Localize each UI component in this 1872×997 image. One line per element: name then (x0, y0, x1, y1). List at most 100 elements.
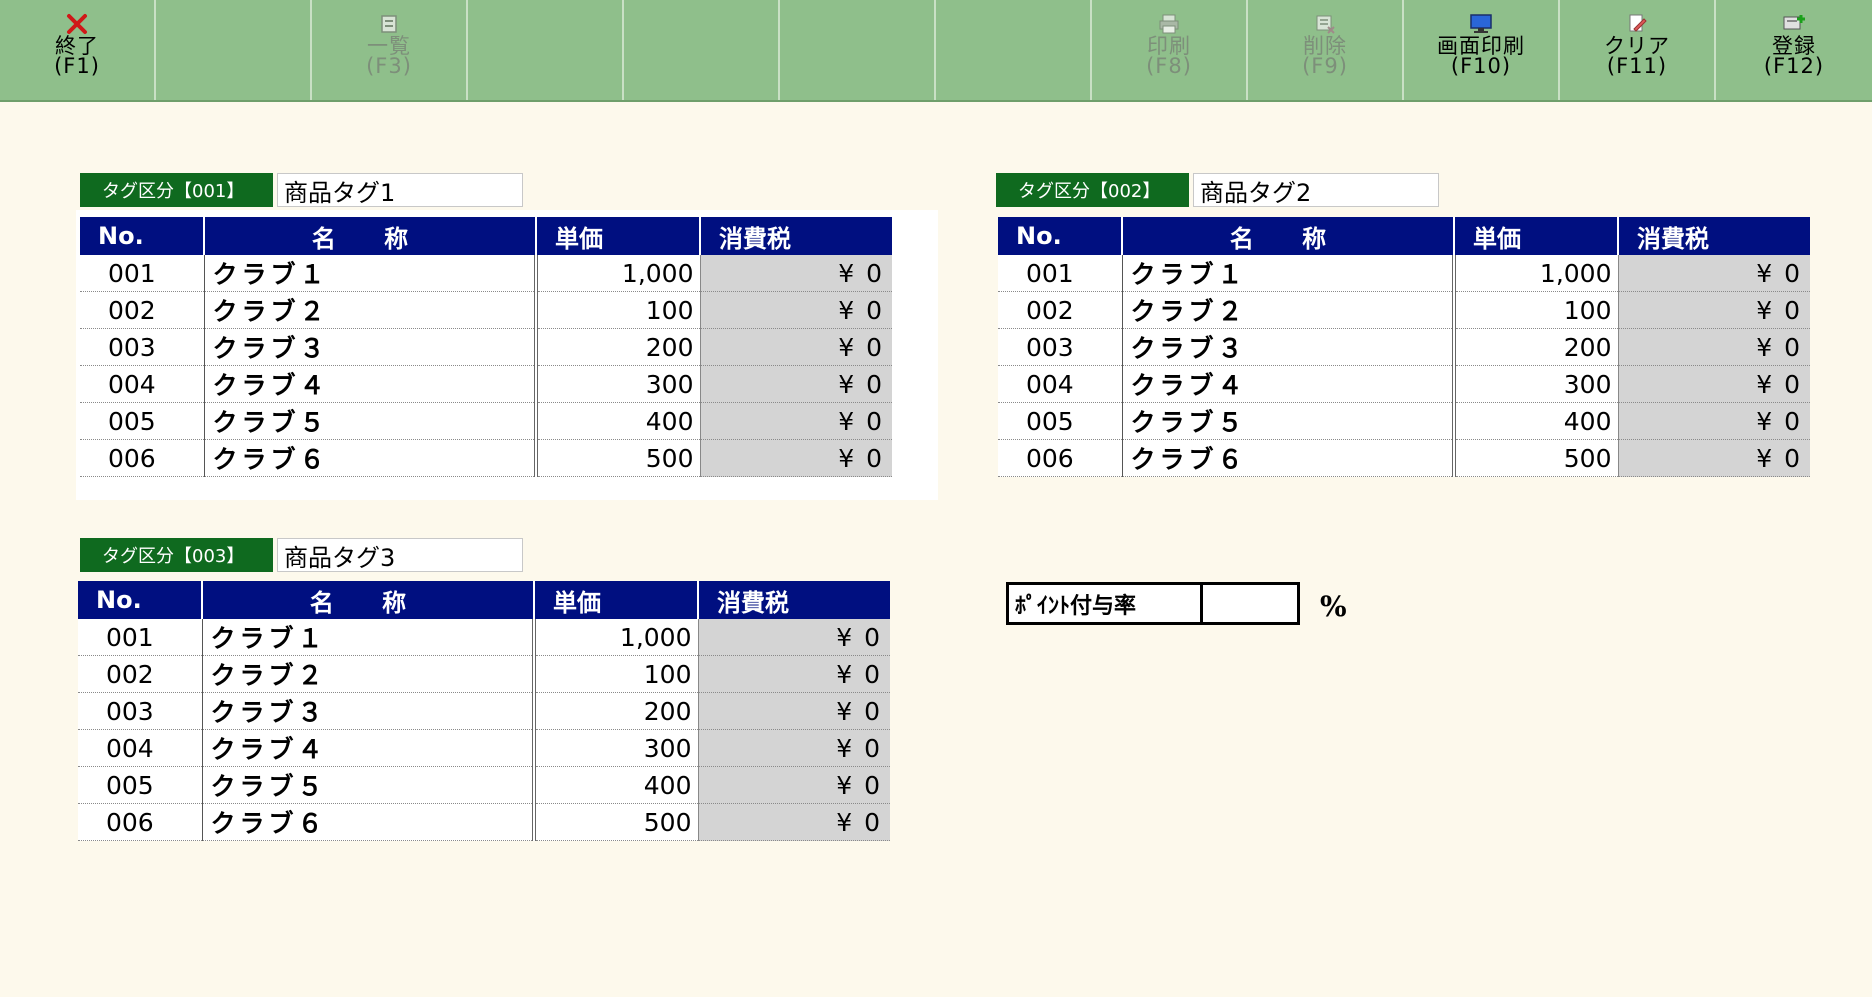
printer-icon (1157, 12, 1181, 36)
print-button[interactable]: 印刷 (F8) (1092, 0, 1248, 100)
register-icon (1782, 12, 1806, 36)
column-price: 単価 (534, 581, 699, 619)
row-price-input[interactable]: 100 (534, 655, 699, 693)
tag-name-input-2[interactable]: 商品タグ2 (1193, 173, 1439, 207)
list-button[interactable]: 一覧 (F3) (312, 0, 468, 100)
row-no-cell: 006 (80, 439, 205, 477)
clear-button-key: (F11) (1606, 54, 1668, 78)
delete-button-key: (F9) (1302, 54, 1348, 78)
register-button[interactable]: 登録 (F12) (1716, 0, 1872, 100)
row-name-cell: クラブ５ (202, 766, 536, 804)
row-no-cell: 002 (998, 291, 1123, 329)
row-no-cell: 002 (78, 655, 203, 693)
column-no: No. (998, 217, 1123, 255)
row-name-cell: クラブ２ (202, 655, 536, 693)
table-row: 004 クラブ４ 300 ¥ 0 (998, 365, 1810, 403)
toolbar-slot-6 (780, 0, 936, 100)
tag-name-input-1[interactable]: 商品タグ1 (277, 173, 523, 207)
row-tax-cell: ¥ 0 (698, 803, 890, 841)
tag-label-2: タグ区分【002】 (996, 173, 1189, 207)
tag-label-3: タグ区分【003】 (80, 538, 273, 572)
clear-button[interactable]: クリア (F11) (1560, 0, 1716, 100)
row-price-input[interactable]: 100 (1454, 291, 1619, 329)
row-name-cell: クラブ３ (1122, 328, 1456, 366)
row-tax-cell: ¥ 0 (698, 655, 890, 693)
tag-header-1: タグ区分【001】 商品タグ1 (80, 173, 523, 207)
row-price-input[interactable]: 300 (536, 365, 701, 403)
row-name-cell: クラブ１ (1122, 255, 1456, 292)
column-no: No. (78, 581, 203, 619)
row-price-input[interactable]: 200 (536, 328, 701, 366)
row-no-cell: 004 (78, 729, 203, 767)
row-price-input[interactable]: 200 (1454, 328, 1619, 366)
row-price-input[interactable]: 500 (1454, 439, 1619, 477)
row-no-cell: 003 (80, 328, 205, 366)
toolbar-slot-4 (468, 0, 624, 100)
row-price-input[interactable]: 200 (534, 692, 699, 730)
list-button-label: 一覧 (367, 34, 411, 58)
column-price: 単価 (1454, 217, 1619, 255)
table-row: 004 クラブ４ 300 ¥ 0 (80, 365, 892, 403)
column-name: 名 称 (204, 217, 537, 255)
row-name-cell: クラブ６ (1122, 439, 1456, 477)
table-row: 006 クラブ６ 500 ¥ 0 (78, 803, 890, 841)
tag-table-2: No. 名 称 単価 消費税 001 クラブ１ 1,000 ¥ 0 002 クラブ２ 100… (998, 217, 1810, 477)
tag-name-input-3[interactable]: 商品タグ3 (277, 538, 523, 572)
row-tax-cell: ¥ 0 (700, 439, 892, 477)
row-price-input[interactable]: 500 (534, 803, 699, 841)
row-tax-cell: ¥ 0 (698, 766, 890, 804)
table-row: 003 クラブ３ 200 ¥ 0 (998, 328, 1810, 366)
point-rate-unit: % (1320, 590, 1347, 623)
row-no-cell: 001 (998, 255, 1123, 292)
exit-button[interactable]: 終了 (F1) (0, 0, 156, 100)
column-name: 名 称 (202, 581, 535, 619)
row-tax-cell: ¥ 0 (1618, 439, 1810, 477)
row-no-cell: 006 (78, 803, 203, 841)
toolbar-slot-7 (936, 0, 1092, 100)
row-no-cell: 001 (80, 255, 205, 292)
eraser-icon (1625, 12, 1649, 36)
row-name-cell: クラブ４ (204, 365, 538, 403)
row-price-input[interactable]: 300 (1454, 365, 1619, 403)
point-rate-box: ﾎﾟｲﾝﾄ付与率 (1006, 582, 1300, 625)
screen-print-button[interactable]: 画面印刷 (F10) (1404, 0, 1560, 100)
row-no-cell: 004 (998, 365, 1123, 403)
row-name-cell: クラブ４ (1122, 365, 1456, 403)
row-price-input[interactable]: 400 (536, 402, 701, 440)
table-row: 002 クラブ２ 100 ¥ 0 (78, 655, 890, 693)
table-row: 002 クラブ２ 100 ¥ 0 (80, 291, 892, 329)
row-name-cell: クラブ５ (204, 402, 538, 440)
column-name: 名 称 (1122, 217, 1455, 255)
row-tax-cell: ¥ 0 (1618, 328, 1810, 366)
screen-print-button-key: (F10) (1450, 54, 1512, 78)
column-tax: 消費税 (1618, 217, 1810, 255)
row-tax-cell: ¥ 0 (698, 619, 890, 656)
row-price-input[interactable]: 1,000 (1454, 255, 1619, 292)
row-no-cell: 003 (998, 328, 1123, 366)
register-button-label: 登録 (1772, 34, 1816, 58)
row-price-input[interactable]: 500 (536, 439, 701, 477)
exit-button-key: (F1) (54, 54, 100, 78)
row-tax-cell: ¥ 0 (700, 291, 892, 329)
row-price-input[interactable]: 1,000 (536, 255, 701, 292)
table-row: 006 クラブ６ 500 ¥ 0 (998, 439, 1810, 477)
column-tax: 消費税 (698, 581, 890, 619)
row-price-input[interactable]: 400 (534, 766, 699, 804)
table-row: 001 クラブ１ 1,000 ¥ 0 (998, 255, 1810, 292)
row-price-input[interactable]: 400 (1454, 402, 1619, 440)
delete-button[interactable]: 削除 (F9) (1248, 0, 1404, 100)
row-tax-cell: ¥ 0 (698, 692, 890, 730)
row-price-input[interactable]: 1,000 (534, 619, 699, 656)
row-tax-cell: ¥ 0 (1618, 365, 1810, 403)
table-row: 001 クラブ１ 1,000 ¥ 0 (80, 255, 892, 292)
table-row: 006 クラブ６ 500 ¥ 0 (80, 439, 892, 477)
table-row: 005 クラブ５ 400 ¥ 0 (998, 402, 1810, 440)
point-rate-input[interactable] (1206, 588, 1294, 619)
tag-table-1: No. 名 称 単価 消費税 001 クラブ１ 1,000 ¥ 0 002 クラブ２ 100… (80, 217, 892, 477)
print-button-label: 印刷 (1147, 34, 1191, 58)
row-name-cell: クラブ２ (204, 291, 538, 329)
row-price-input[interactable]: 100 (536, 291, 701, 329)
list-icon (377, 12, 401, 36)
row-price-input[interactable]: 300 (534, 729, 699, 767)
table-row: 002 クラブ２ 100 ¥ 0 (998, 291, 1810, 329)
